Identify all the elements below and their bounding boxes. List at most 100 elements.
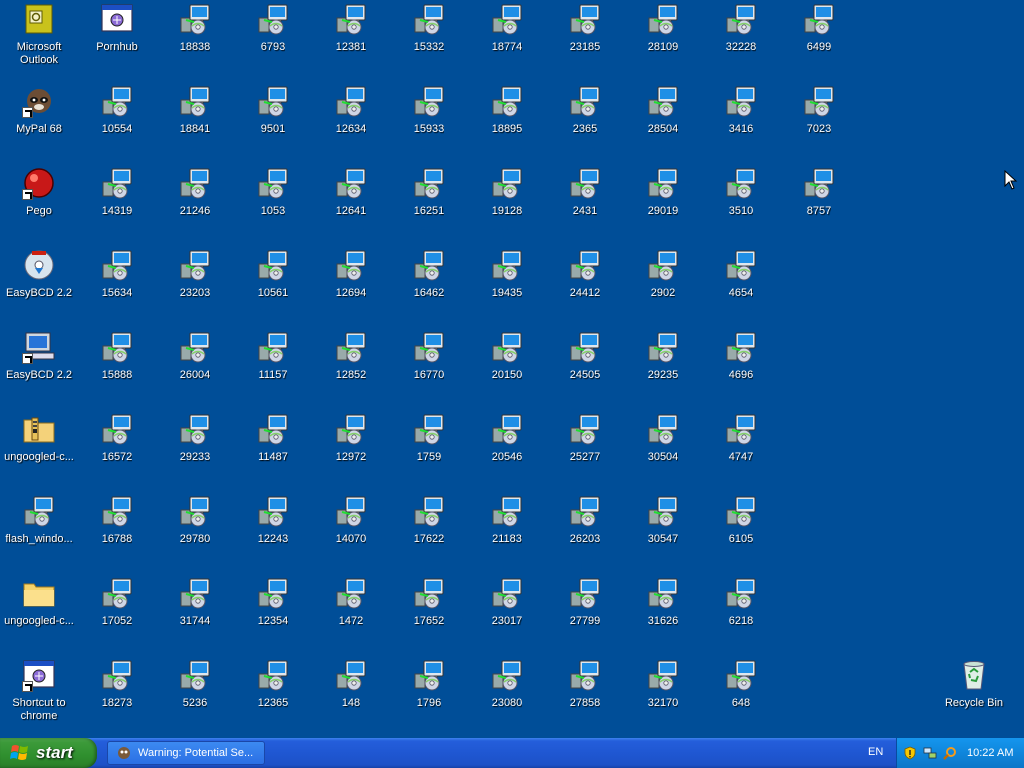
desktop-icon-21246[interactable]: 21246 [156, 166, 234, 246]
desktop-icon-15332[interactable]: 15332 [390, 2, 468, 82]
desktop-icon-11487[interactable]: 11487 [234, 412, 312, 492]
desktop-icon-18841[interactable]: 18841 [156, 84, 234, 164]
desktop-icon-24412[interactable]: 24412 [546, 248, 624, 328]
desktop-icon-12852[interactable]: 12852 [312, 330, 390, 410]
desktop-icon-9501[interactable]: 9501 [234, 84, 312, 164]
desktop-icon-29235[interactable]: 29235 [624, 330, 702, 410]
desktop-icon-17652[interactable]: 17652 [390, 576, 468, 656]
desktop-icon-12381[interactable]: 12381 [312, 2, 390, 82]
desktop-icon-flash-windo[interactable]: flash_windo... [0, 494, 78, 574]
shield-icon[interactable] [903, 746, 917, 760]
desktop-icon-25277[interactable]: 25277 [546, 412, 624, 492]
desktop-icon-32170[interactable]: 32170 [624, 658, 702, 738]
desktop-icon-8757[interactable]: 8757 [780, 166, 858, 246]
desktop-icon-1472[interactable]: 1472 [312, 576, 390, 656]
desktop-icon-26203[interactable]: 26203 [546, 494, 624, 574]
desktop-icon-12634[interactable]: 12634 [312, 84, 390, 164]
desktop-icon-12243[interactable]: 12243 [234, 494, 312, 574]
desktop-icon-3510[interactable]: 3510 [702, 166, 780, 246]
desktop-icon-18774[interactable]: 18774 [468, 2, 546, 82]
desktop-icon-shortcut-to-chrome[interactable]: Shortcut to chrome [0, 658, 78, 738]
desktop-icon-16788[interactable]: 16788 [78, 494, 156, 574]
desktop-icon-24505[interactable]: 24505 [546, 330, 624, 410]
desktop-icon-148[interactable]: 148 [312, 658, 390, 738]
desktop-icon-27858[interactable]: 27858 [546, 658, 624, 738]
desktop-icon-28109[interactable]: 28109 [624, 2, 702, 82]
desktop-icon-12365[interactable]: 12365 [234, 658, 312, 738]
language-indicator[interactable]: EN [868, 746, 883, 758]
desktop-icon-pego[interactable]: Pego [0, 166, 78, 246]
desktop-icon-1053[interactable]: 1053 [234, 166, 312, 246]
desktop-icon-6499[interactable]: 6499 [780, 2, 858, 82]
desktop-icon-29019[interactable]: 29019 [624, 166, 702, 246]
desktop-icon-recycle-bin[interactable]: Recycle Bin [935, 658, 1013, 738]
desktop-icon-19128[interactable]: 19128 [468, 166, 546, 246]
desktop-icon-18273[interactable]: 18273 [78, 658, 156, 738]
desktop-icon-20150[interactable]: 20150 [468, 330, 546, 410]
taskbar-item-warning[interactable]: Warning: Potential Se... [107, 741, 265, 765]
desktop-icon-7023[interactable]: 7023 [780, 84, 858, 164]
network-icon[interactable] [923, 746, 937, 760]
start-button[interactable]: start [0, 738, 97, 768]
desktop-icon-30504[interactable]: 30504 [624, 412, 702, 492]
desktop-icon-21183[interactable]: 21183 [468, 494, 546, 574]
desktop-icon-29233[interactable]: 29233 [156, 412, 234, 492]
clock[interactable]: 10:22 AM [967, 747, 1013, 759]
desktop-icon-2902[interactable]: 2902 [624, 248, 702, 328]
desktop-icon-ungoogled-c[interactable]: ungoogled-c... [0, 412, 78, 492]
desktop-icon-16572[interactable]: 16572 [78, 412, 156, 492]
desktop-icon-15933[interactable]: 15933 [390, 84, 468, 164]
desktop-icon-31744[interactable]: 31744 [156, 576, 234, 656]
desktop-icon-2365[interactable]: 2365 [546, 84, 624, 164]
desktop-icon-32228[interactable]: 32228 [702, 2, 780, 82]
desktop-icon-648[interactable]: 648 [702, 658, 780, 738]
desktop-icon-1796[interactable]: 1796 [390, 658, 468, 738]
desktop-icon-14319[interactable]: 14319 [78, 166, 156, 246]
desktop-icon-17052[interactable]: 17052 [78, 576, 156, 656]
desktop-icon-27799[interactable]: 27799 [546, 576, 624, 656]
desktop-icon-10554[interactable]: 10554 [78, 84, 156, 164]
desktop-icon-12641[interactable]: 12641 [312, 166, 390, 246]
desktop-icon-19435[interactable]: 19435 [468, 248, 546, 328]
desktop-icon-6793[interactable]: 6793 [234, 2, 312, 82]
desktop-icon-16770[interactable]: 16770 [390, 330, 468, 410]
desktop-icon-2431[interactable]: 2431 [546, 166, 624, 246]
desktop-icon-26004[interactable]: 26004 [156, 330, 234, 410]
desktop-icon-15888[interactable]: 15888 [78, 330, 156, 410]
desktop-icon-1759[interactable]: 1759 [390, 412, 468, 492]
desktop-icon-23080[interactable]: 23080 [468, 658, 546, 738]
desktop-icon-3416[interactable]: 3416 [702, 84, 780, 164]
desktop-icon-4696[interactable]: 4696 [702, 330, 780, 410]
desktop-icon-12972[interactable]: 12972 [312, 412, 390, 492]
desktop-icon-6105[interactable]: 6105 [702, 494, 780, 574]
desktop-icon-18838[interactable]: 18838 [156, 2, 234, 82]
desktop-icon-29780[interactable]: 29780 [156, 494, 234, 574]
desktop-icon-30547[interactable]: 30547 [624, 494, 702, 574]
desktop-icon-pornhub[interactable]: Pornhub [78, 2, 156, 82]
desktop-icon-11157[interactable]: 11157 [234, 330, 312, 410]
desktop-icon-12694[interactable]: 12694 [312, 248, 390, 328]
desktop-icon-18895[interactable]: 18895 [468, 84, 546, 164]
desktop-icon-easybcd-2-2[interactable]: EasyBCD 2.2 [0, 330, 78, 410]
desktop-icon-20546[interactable]: 20546 [468, 412, 546, 492]
desktop-icon-12354[interactable]: 12354 [234, 576, 312, 656]
desktop-icon-17622[interactable]: 17622 [390, 494, 468, 574]
desktop-icon-14070[interactable]: 14070 [312, 494, 390, 574]
desktop-icon-5236[interactable]: 5236 [156, 658, 234, 738]
desktop-icon-easybcd-2-2[interactable]: EasyBCD 2.2 [0, 248, 78, 328]
desktop-icon-mypal-68[interactable]: MyPal 68 [0, 84, 78, 164]
desktop-icon-16462[interactable]: 16462 [390, 248, 468, 328]
desktop-icon-6218[interactable]: 6218 [702, 576, 780, 656]
desktop-icon-4747[interactable]: 4747 [702, 412, 780, 492]
desktop-icon-23203[interactable]: 23203 [156, 248, 234, 328]
desktop-icon-microsoft-outlook[interactable]: Microsoft Outlook [0, 2, 78, 82]
desktop-icon-ungoogled-c[interactable]: ungoogled-c... [0, 576, 78, 656]
desktop-icon-28504[interactable]: 28504 [624, 84, 702, 164]
desktop-icon-15634[interactable]: 15634 [78, 248, 156, 328]
desktop-icon-16251[interactable]: 16251 [390, 166, 468, 246]
magnifier-icon[interactable] [943, 746, 957, 760]
desktop-icon-23017[interactable]: 23017 [468, 576, 546, 656]
desktop-icon-4654[interactable]: 4654 [702, 248, 780, 328]
desktop-icon-10561[interactable]: 10561 [234, 248, 312, 328]
desktop-icon-31626[interactable]: 31626 [624, 576, 702, 656]
